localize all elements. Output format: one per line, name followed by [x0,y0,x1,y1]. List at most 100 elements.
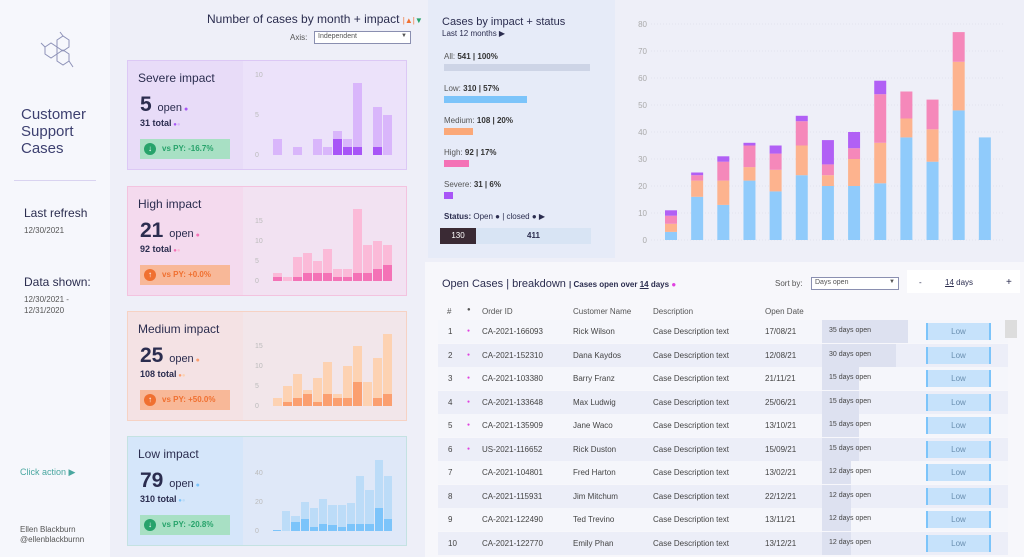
bar-high[interactable] [691,175,704,181]
month-total-bar[interactable] [363,382,372,406]
impact-badge[interactable]: Low [926,346,991,364]
month-open-bar[interactable] [383,519,392,531]
impact-bar[interactable] [444,64,590,71]
impact-badge[interactable]: Low [926,440,991,458]
bar-medium[interactable] [769,169,782,192]
table-row[interactable]: 2 CA-2021-152310 Dana Kaydos Case Descripti… [438,343,1008,367]
impact-bar[interactable] [444,96,528,103]
bar-severe[interactable] [821,140,834,165]
column-header[interactable]: Order ID [482,307,513,316]
click-action-link[interactable]: Click action ▶ [20,467,75,478]
column-header[interactable]: ● [467,307,471,313]
stepper-minus-button[interactable]: - [919,278,922,287]
month-open-bar[interactable] [373,147,382,155]
table-row[interactable]: 6 US-2021-116652 Rick Duston Case Descripti… [438,437,1008,461]
month-open-bar[interactable] [309,526,319,531]
month-total-bar[interactable] [356,475,365,531]
month-open-bar[interactable] [333,277,342,281]
column-header[interactable]: Open Date [765,307,804,316]
month-open-bar[interactable] [356,523,365,531]
month-open-bar[interactable] [365,523,374,531]
month-total-bar[interactable] [323,147,332,155]
month-open-bar[interactable] [373,269,382,281]
bar-medium[interactable] [665,223,677,232]
bar-high[interactable] [900,91,913,119]
bar-severe[interactable] [691,172,704,176]
month-open-bar[interactable] [303,394,312,406]
month-open-bar[interactable] [323,273,332,281]
bar-high[interactable] [665,215,677,224]
table-row[interactable]: 7 CA-2021-104801 Fred Harton Case Descripti… [438,461,1008,484]
bar-high[interactable] [874,94,887,143]
bar-low[interactable] [665,231,677,240]
bar-medium[interactable] [821,175,834,186]
month-open-bar[interactable] [343,147,352,155]
month-open-bar[interactable] [353,147,362,155]
sort-select[interactable]: Days open ▼ [811,277,899,290]
table-row[interactable]: 4 CA-2021-133648 Max Ludwig Case Descriptio… [438,390,1008,414]
month-open-bar[interactable] [353,382,362,406]
month-open-bar[interactable] [383,394,392,406]
bar-medium[interactable] [691,180,704,197]
column-header[interactable]: # [447,307,451,316]
bar-low[interactable] [900,137,913,240]
month-open-bar[interactable] [313,402,322,406]
bar-low[interactable] [874,183,887,240]
month-open-bar[interactable] [293,277,302,281]
bar-medium[interactable] [795,145,808,176]
month-total-bar[interactable] [353,209,362,281]
bar-low[interactable] [926,161,939,240]
bar-high[interactable] [952,32,965,62]
bar-low[interactable] [717,204,730,240]
month-total-bar[interactable] [353,83,362,155]
impact-badge[interactable]: Low [926,393,991,411]
bar-low[interactable] [952,110,965,241]
month-open-bar[interactable] [337,526,346,531]
month-open-bar[interactable] [333,398,342,406]
month-open-bar[interactable] [346,523,356,531]
bar-low[interactable] [743,180,756,240]
impact-card-medium[interactable]: Medium impact 25 open ● 108 total ●● ↑ vs PY… [127,311,407,421]
month-open-bar[interactable] [283,402,292,406]
open-count-bar[interactable]: 130 [440,228,476,244]
bar-severe[interactable] [795,115,808,122]
month-open-bar[interactable] [363,273,372,281]
bar-severe[interactable] [769,145,782,154]
table-row[interactable]: 8 CA-2021-115931 Jim Mitchum Case Descripti… [438,484,1008,508]
bar-severe[interactable] [743,142,756,146]
impact-badge[interactable]: Low [926,487,991,505]
month-open-bar[interactable] [293,398,302,406]
impact-bar[interactable] [444,192,453,199]
month-open-bar[interactable] [333,139,342,155]
impact-card-severe[interactable]: Severe impact 5 open ● 31 total ●● ↓ vs PY: … [127,60,407,170]
impact-card-high[interactable]: High impact 21 open ● 92 total ●● ↑ vs PY: +… [127,186,407,296]
table-row[interactable]: 9 CA-2021-122490 Ted Trevino Case Descripti… [438,508,1008,531]
impact-badge[interactable]: Low [926,417,991,434]
days-stepper[interactable]: - 14 days + [907,270,1020,293]
month-open-bar[interactable] [319,523,328,531]
status-panel-subtitle[interactable]: Last 12 months ▶ [442,29,505,38]
impact-badge[interactable]: Low [926,464,991,481]
month-total-bar[interactable] [282,510,291,531]
bar-medium[interactable] [926,129,939,162]
month-open-bar[interactable] [273,529,282,531]
month-total-bar[interactable] [293,147,302,155]
column-header[interactable]: Customer Name [573,307,631,316]
impact-bar[interactable] [444,160,469,167]
month-open-bar[interactable] [313,273,322,281]
month-open-bar[interactable] [343,398,352,406]
table-row[interactable]: 10 CA-2021-122770 Emily Phan Case Descripti… [438,531,1008,555]
bar-high[interactable] [743,145,756,168]
bar-severe[interactable] [665,210,677,216]
bar-low[interactable] [978,137,991,240]
bar-low[interactable] [769,191,782,240]
impact-badge[interactable]: Low [926,511,991,528]
month-total-bar[interactable] [313,139,322,155]
bar-high[interactable] [926,99,939,130]
impact-card-low[interactable]: Low impact 79 open ● 310 total ●● ↓ vs PY: -… [127,436,407,546]
bar-high[interactable] [717,161,730,181]
month-total-bar[interactable] [273,139,282,155]
month-open-bar[interactable] [383,265,392,281]
bar-low[interactable] [848,186,861,240]
bar-low[interactable] [691,196,704,240]
